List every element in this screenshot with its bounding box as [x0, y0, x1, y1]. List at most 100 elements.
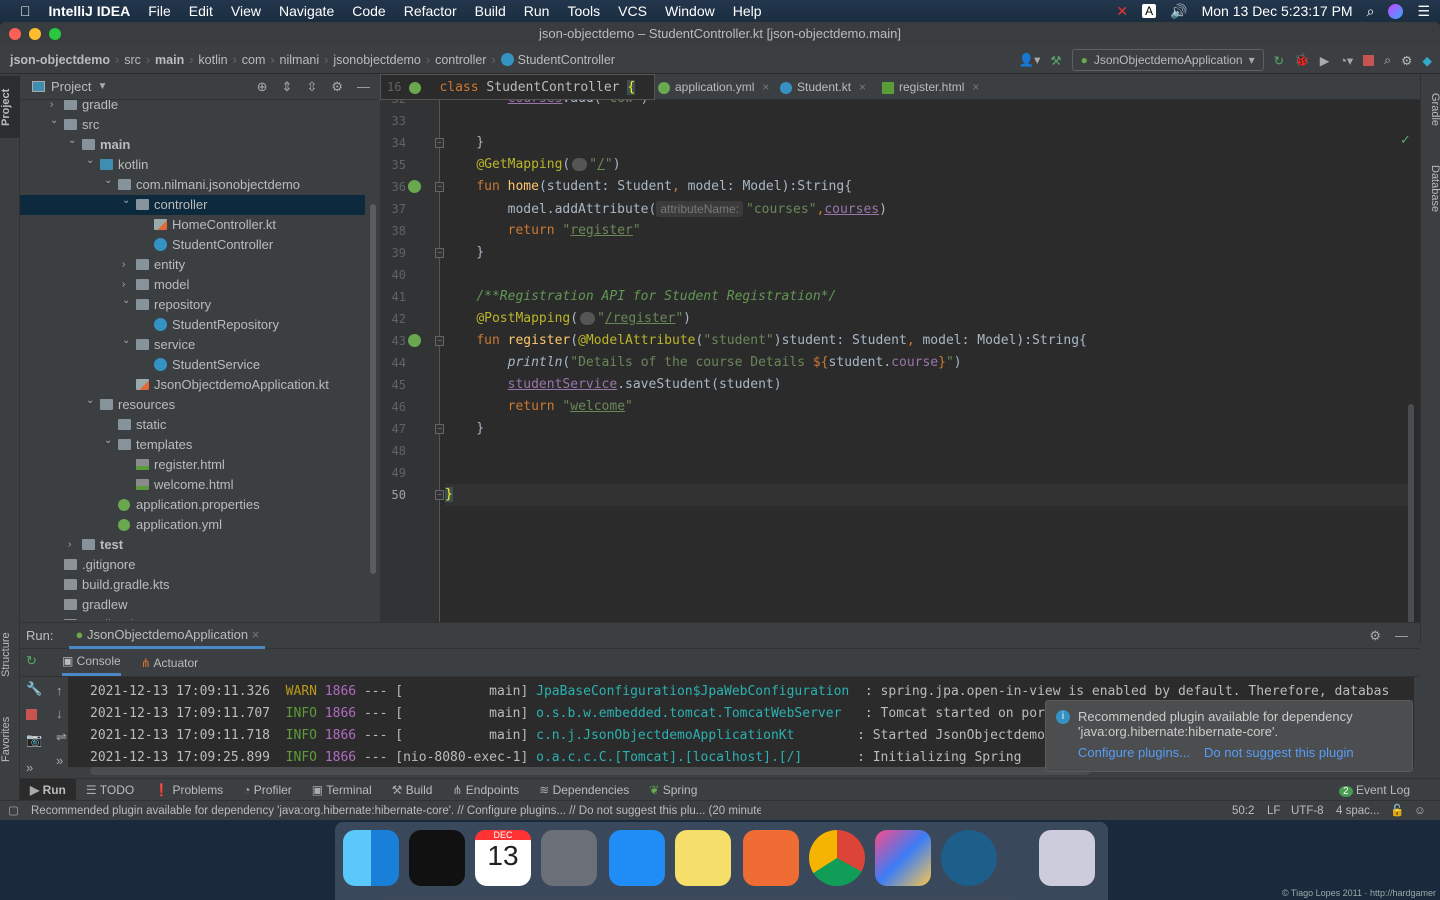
dock-instruments[interactable] [609, 830, 665, 886]
chevron-down-icon[interactable]: ⌄ [122, 291, 132, 311]
clock[interactable]: Mon 13 Dec 5:23:17 PM [1202, 3, 1353, 19]
dock-terminal[interactable] [409, 830, 465, 886]
tree-item[interactable]: register.html [20, 455, 365, 475]
locate-icon[interactable]: ⊕ [257, 79, 268, 95]
menu-navigate[interactable]: Navigate [270, 3, 343, 19]
menu-build[interactable]: Build [466, 3, 515, 19]
no-problems-check-icon[interactable]: ✓ [1400, 132, 1411, 148]
more-icon[interactable]: » [26, 760, 42, 775]
tree-item[interactable]: › entity [20, 255, 365, 275]
search-icon[interactable]: ⌕ [1384, 53, 1391, 68]
siri-icon[interactable] [1388, 3, 1404, 19]
project-tool-tab[interactable]: Project [0, 76, 20, 138]
build-hammer-icon[interactable]: ⚒ [1050, 53, 1061, 68]
chevron-right-icon[interactable]: › [68, 535, 78, 555]
configure-plugins-link[interactable]: Configure plugins... [1078, 745, 1190, 760]
editor-tab[interactable]: Student.kt × [780, 74, 866, 100]
rerun-icon[interactable]: ↻ [1274, 53, 1284, 68]
chevron-down-icon[interactable]: ⌄ [104, 431, 114, 451]
menu-code[interactable]: Code [343, 3, 394, 19]
breadcrumb-item[interactable]: main [155, 53, 184, 67]
lock-icon[interactable]: 🔓 [1390, 801, 1404, 821]
file-encoding[interactable]: UTF-8 [1291, 801, 1324, 821]
network-icon[interactable]: ✕ [1116, 3, 1128, 20]
menu-run[interactable]: Run [515, 3, 559, 19]
tree-item[interactable]: gradlew [20, 595, 365, 615]
dock-finder[interactable] [343, 830, 399, 886]
minimize-window-button[interactable] [29, 28, 41, 40]
editor-scrollbar[interactable] [1408, 404, 1414, 644]
menu-tools[interactable]: Tools [558, 3, 609, 19]
camera-icon[interactable]: 📷 [26, 732, 42, 748]
scroll-down-icon[interactable]: ↓ [56, 706, 67, 721]
tree-item[interactable]: StudentController [20, 235, 365, 255]
globe-icon[interactable] [580, 312, 596, 325]
tree-item[interactable]: ⌄ kotlin [20, 155, 365, 175]
tool-tab-build[interactable]: ⚒ Build [382, 779, 443, 801]
close-icon[interactable]: × [252, 627, 260, 642]
control-center-icon[interactable]: ☰ [1417, 3, 1430, 20]
breadcrumb-item[interactable]: controller [435, 53, 486, 67]
gear-icon[interactable]: ⚙ [1401, 53, 1412, 68]
tree-item[interactable]: .gitignore [20, 555, 365, 575]
tree-item[interactable]: application.yml [20, 515, 365, 535]
dock-calendar[interactable]: DEC 13 [475, 830, 531, 886]
dock-trash[interactable] [1039, 830, 1095, 886]
chevron-down-icon[interactable]: ⌄ [68, 131, 78, 151]
hide-icon[interactable]: — [1395, 628, 1408, 644]
profile-icon[interactable]: ◔▾ [1339, 53, 1353, 68]
tool-tab-terminal[interactable]: ▣ Terminal [302, 779, 382, 801]
dock-notes[interactable] [675, 830, 731, 886]
tree-item[interactable]: › test [20, 535, 365, 555]
chevron-down-icon[interactable]: ▼ [97, 81, 107, 92]
breadcrumb-item[interactable]: nilmani [280, 53, 320, 67]
menu-help[interactable]: Help [724, 3, 771, 19]
event-log-button[interactable]: 2 Event Log [1339, 783, 1440, 797]
tool-tab-spring[interactable]: ❦ Spring [639, 779, 707, 801]
rerun-icon[interactable]: ↻ [26, 653, 42, 669]
menu-file[interactable]: File [139, 3, 180, 19]
tree-item[interactable]: JsonObjectdemoApplication.kt [20, 375, 365, 395]
caret-position[interactable]: 50:2 [1232, 801, 1254, 821]
stop-icon[interactable] [26, 709, 37, 720]
breadcrumb-item[interactable]: json-objectdemo [10, 53, 110, 67]
favorites-tool-tab[interactable]: Favorites [0, 704, 20, 774]
debug-icon[interactable]: 🐞 [1294, 53, 1310, 68]
hide-icon[interactable]: — [357, 79, 370, 95]
wrench-icon[interactable]: 🔧 [26, 681, 42, 697]
dock-launchpad[interactable] [541, 830, 597, 886]
breadcrumb-item[interactable]: com [242, 53, 266, 67]
expand-all-icon[interactable]: ⇕ [282, 79, 293, 95]
tree-item[interactable]: ⌄ templates [20, 435, 365, 455]
tool-tab-dependencies[interactable]: ≋ Dependencies [529, 779, 639, 801]
run-tab[interactable]: ● JsonObjectdemoApplication × [69, 623, 266, 649]
tree-item[interactable]: gradlew.bat [20, 615, 365, 620]
dock-postman[interactable] [743, 830, 799, 886]
coverage-icon[interactable]: ▶ [1320, 53, 1330, 68]
line-separator[interactable]: LF [1267, 801, 1280, 821]
menu-edit[interactable]: Edit [180, 3, 222, 19]
tree-item[interactable]: application.properties [20, 495, 365, 515]
chevron-down-icon[interactable]: ⌄ [122, 331, 132, 351]
menu-window[interactable]: Window [656, 3, 724, 19]
stop-icon[interactable] [1363, 54, 1375, 66]
breadcrumb-item[interactable]: jsonobjectdemo [333, 53, 421, 67]
toggle-tool-windows-icon[interactable]: ▢ [8, 801, 19, 821]
run-configuration-select[interactable]: ● JsonObjectdemoApplication ▾ [1071, 49, 1264, 71]
chevron-down-icon[interactable]: ⌄ [122, 191, 132, 211]
do-not-suggest-link[interactable]: Do not suggest this plugin [1204, 745, 1354, 760]
collapse-all-icon[interactable]: ⇳ [306, 79, 317, 95]
project-view-select[interactable]: Project [51, 79, 91, 94]
menu-app[interactable]: IntelliJ IDEA [40, 3, 140, 19]
structure-tool-tab[interactable]: Structure [0, 620, 20, 690]
tool-tab-endpoints[interactable]: ⋔ Endpoints [442, 779, 529, 801]
tree-item[interactable]: ⌄ main [20, 135, 365, 155]
volume-icon[interactable]: 🔊 [1170, 3, 1187, 20]
dock-chrome[interactable] [809, 830, 865, 886]
chevron-down-icon[interactable]: ⌄ [86, 391, 96, 411]
tree-item[interactable]: static [20, 415, 365, 435]
indent-setting[interactable]: 4 spac... [1336, 801, 1379, 821]
menu-view[interactable]: View [222, 3, 270, 19]
scroll-up-icon[interactable]: ↑ [56, 683, 67, 698]
tree-item[interactable]: StudentRepository [20, 315, 365, 335]
